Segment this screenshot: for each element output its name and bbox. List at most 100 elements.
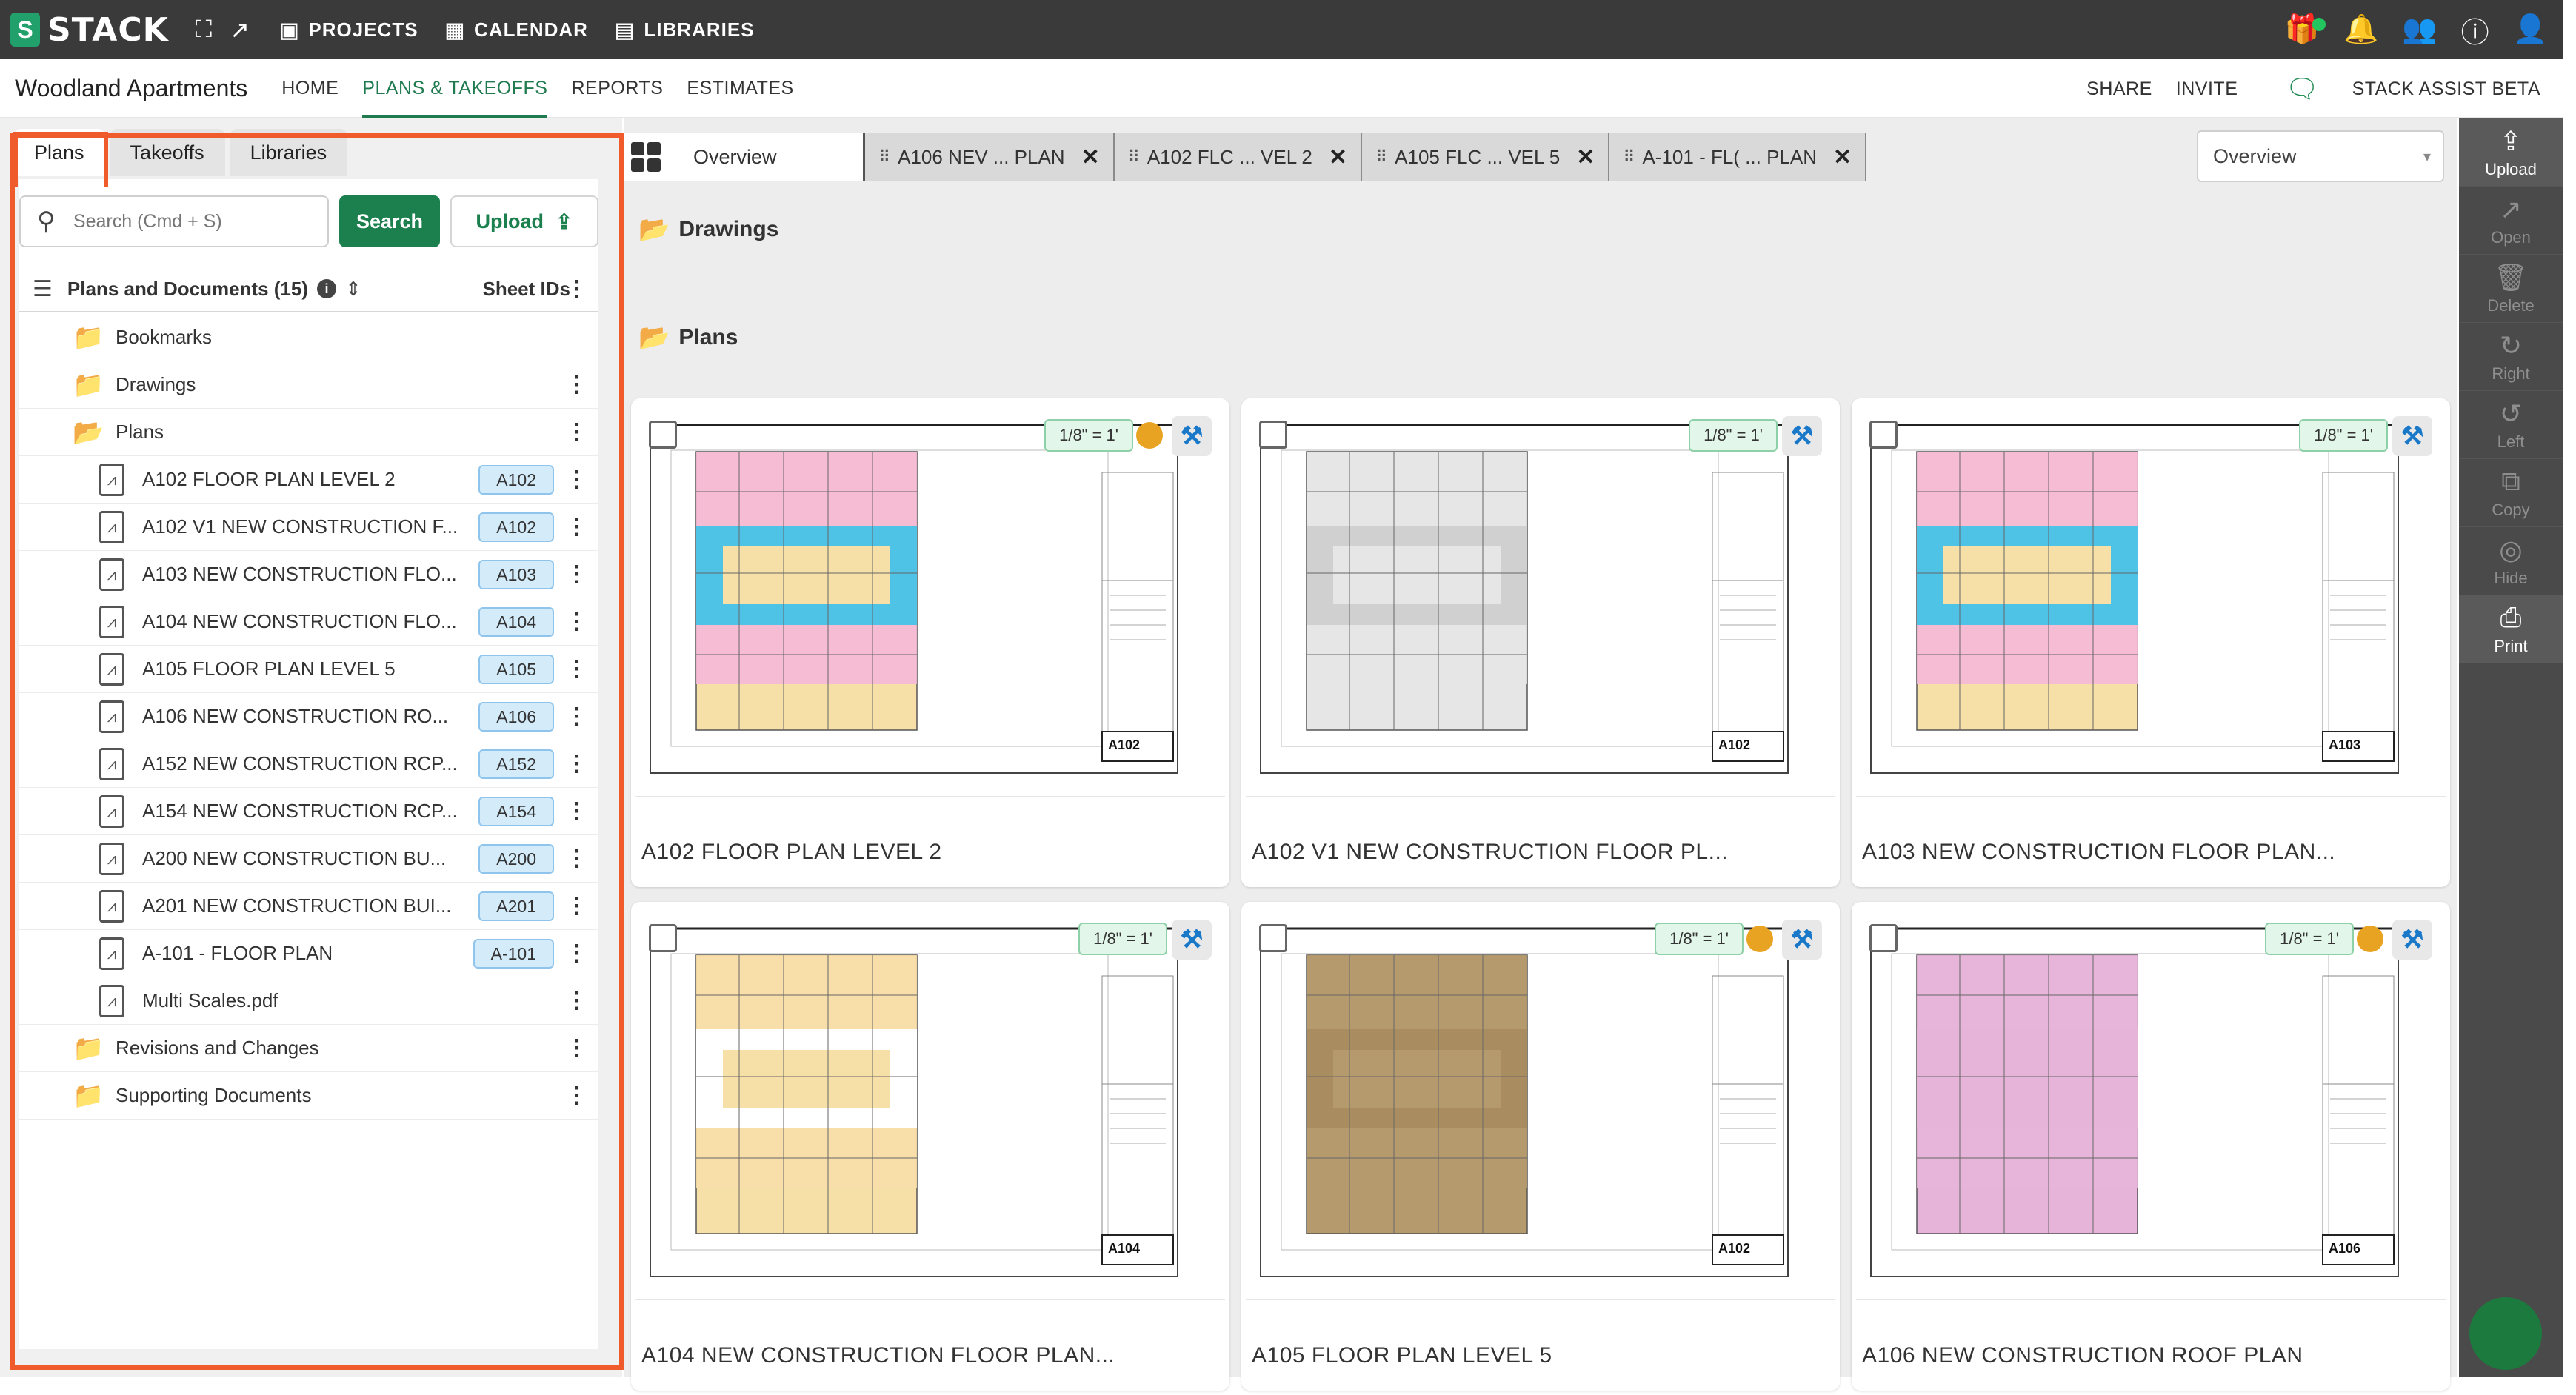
plan-card[interactable]: 1/8" = 1' ⚒ A104 NEW CONSTRUCTION FLOOR PL… — [631, 902, 1229, 1391]
share-button[interactable]: SHARE — [2086, 78, 2152, 100]
toolbar-right-button[interactable]: ↻ Right — [2459, 323, 2563, 391]
tab-overview[interactable]: Overview — [624, 133, 865, 181]
plan-card[interactable]: 1/8" = 1' ⚒ A103 NEW CONSTRUCTION FLOOR PL… — [1852, 398, 2450, 887]
row-kebab-icon[interactable]: ⋮ — [566, 798, 588, 824]
sheet-ids-header[interactable]: Sheet IDs — [483, 278, 571, 301]
doc-tab[interactable]: ⠿ A102 FLC ... VEL 2 ✕ — [1114, 133, 1363, 181]
gift-icon[interactable]: 🎁 — [2285, 13, 2326, 46]
select-checkbox[interactable] — [649, 421, 677, 449]
measure-tool-icon[interactable]: ⚒ — [2392, 920, 2432, 960]
info-icon[interactable]: i — [316, 279, 336, 298]
plan-list-item[interactable]: ⩘ Multi Scales.pdf ⋮ — [19, 977, 598, 1025]
sheet-id-badge[interactable]: A106 — [478, 701, 554, 732]
close-icon[interactable]: ✕ — [1833, 144, 1852, 170]
external-link-icon[interactable]: ↗ — [230, 16, 250, 44]
row-kebab-icon[interactable]: ⋮ — [566, 514, 588, 540]
row-kebab-icon[interactable]: ⋮ — [566, 1083, 588, 1108]
measure-tool-icon[interactable]: ⚒ — [1172, 416, 1212, 456]
drag-handle-icon[interactable]: ⠿ — [1623, 147, 1635, 167]
search-button[interactable]: Search — [339, 195, 440, 247]
plan-list-item[interactable]: ⩘ A102 FLOOR PLAN LEVEL 2 A102 ⋮ — [19, 456, 598, 504]
close-icon[interactable]: ✕ — [1329, 144, 1347, 170]
chat-launcher-button[interactable] — [2469, 1297, 2542, 1370]
user-settings-icon[interactable]: 👤 — [2513, 13, 2548, 46]
select-checkbox[interactable] — [1869, 924, 1898, 952]
users-icon[interactable]: 👥 — [2402, 13, 2437, 46]
sheet-id-badge[interactable]: A154 — [478, 796, 554, 826]
section-plans[interactable]: 📂 Plans — [638, 323, 738, 352]
subnav-reports[interactable]: REPORTS — [571, 58, 663, 118]
plan-card[interactable]: 1/8" = 1' ⚒ A102 FLOOR PLAN LEVEL 2 A102 — [631, 398, 1229, 887]
sheet-id-badge[interactable]: A104 — [478, 606, 554, 637]
plan-list-item[interactable]: ⩘ A152 NEW CONSTRUCTION RCP... A152 ⋮ — [19, 740, 598, 788]
section-drawings[interactable]: 📂 Drawings — [638, 215, 778, 244]
subnav-estimates[interactable]: ESTIMATES — [687, 58, 793, 118]
scale-badge[interactable]: 1/8" = 1' — [1655, 923, 1744, 955]
toolbar-open-button[interactable]: ↗ Open — [2459, 187, 2563, 255]
plan-card[interactable]: 1/8" = 1' ⚒ A105 FLOOR PLAN LEVEL 5 A102 — [1241, 902, 1840, 1391]
plan-list-item[interactable]: ⩘ A201 NEW CONSTRUCTION BUI... A201 ⋮ — [19, 883, 598, 930]
plan-list-item[interactable]: ⩘ A104 NEW CONSTRUCTION FLO... A104 ⋮ — [19, 598, 598, 646]
nav-projects[interactable]: ▣ PROJECTS — [279, 18, 418, 42]
row-kebab-icon[interactable]: ⋮ — [566, 751, 588, 777]
row-kebab-icon[interactable]: ⋮ — [566, 419, 588, 445]
row-kebab-icon[interactable]: ⋮ — [566, 372, 588, 398]
view-select[interactable]: Overview ▾ — [2197, 130, 2444, 182]
sheet-id-badge[interactable]: A102 — [478, 464, 554, 495]
sheet-id-badge[interactable]: A201 — [478, 891, 554, 921]
close-icon[interactable]: ✕ — [1081, 144, 1100, 170]
bell-icon[interactable]: 🔔 — [2343, 13, 2378, 46]
close-icon[interactable]: ✕ — [1576, 144, 1595, 170]
search-input[interactable] — [73, 210, 310, 232]
toolbar-delete-button[interactable]: 🗑 Delete — [2459, 255, 2563, 323]
select-checkbox[interactable] — [1259, 421, 1287, 449]
stack-assist-button[interactable]: 🗨 STACK ASSIST BETA — [2261, 73, 2540, 104]
row-kebab-icon[interactable]: ⋮ — [566, 1035, 588, 1061]
stack-logo[interactable]: S STACK — [10, 11, 169, 49]
fullscreen-icon[interactable]: ⛶ — [196, 16, 212, 44]
folder-item[interactable]: 📁 Bookmarks — [19, 314, 598, 361]
measure-tool-icon[interactable]: ⚒ — [2392, 416, 2432, 456]
doc-tab[interactable]: ⠿ A105 FLC ... VEL 5 ✕ — [1362, 133, 1610, 181]
row-kebab-icon[interactable]: ⋮ — [566, 846, 588, 872]
scale-badge[interactable]: 1/8" = 1' — [1078, 923, 1167, 955]
sheet-id-badge[interactable]: A152 — [478, 749, 554, 779]
row-kebab-icon[interactable]: ⋮ — [566, 893, 588, 919]
tab-plans[interactable]: Plans — [13, 129, 105, 176]
drag-handle-icon[interactable]: ⠿ — [1375, 147, 1387, 167]
tab-takeoffs[interactable]: Takeoffs — [109, 129, 225, 176]
subnav-home[interactable]: HOME — [281, 58, 338, 118]
plan-list-item[interactable]: ⩘ A154 NEW CONSTRUCTION RCP... A154 ⋮ — [19, 788, 598, 835]
folder-item[interactable]: 📁 Drawings ⋮ — [19, 361, 598, 409]
help-icon[interactable]: ⓘ — [2461, 10, 2489, 50]
nav-calendar[interactable]: ▦ CALENDAR — [445, 18, 588, 42]
scale-badge[interactable]: 1/8" = 1' — [2299, 419, 2388, 452]
menu-lines-icon[interactable]: ☰ — [33, 276, 53, 302]
select-checkbox[interactable] — [649, 924, 677, 952]
plan-list-item[interactable]: ⩘ A103 NEW CONSTRUCTION FLO... A103 ⋮ — [19, 551, 598, 598]
plan-list-item[interactable]: ⩘ A200 NEW CONSTRUCTION BU... A200 ⋮ — [19, 835, 598, 883]
folder-item[interactable]: 📁 Revisions and Changes ⋮ — [19, 1025, 598, 1072]
scale-badge[interactable]: 1/8" = 1' — [2265, 923, 2354, 955]
sheet-id-badge[interactable]: A200 — [478, 843, 554, 874]
scale-badge[interactable]: 1/8" = 1' — [1689, 419, 1778, 452]
upload-button[interactable]: Upload ⇪ — [450, 195, 598, 247]
doc-tab[interactable]: ⠿ A-101 - FL( ... PLAN ✕ — [1609, 133, 1867, 181]
plan-list-item[interactable]: ⩘ A-101 - FLOOR PLAN A-101 ⋮ — [19, 930, 598, 977]
row-kebab-icon[interactable]: ⋮ — [566, 988, 588, 1014]
folder-item[interactable]: 📁 Supporting Documents ⋮ — [19, 1072, 598, 1120]
sheet-id-badge[interactable]: A102 — [478, 512, 554, 542]
subnav-plans-takeoffs[interactable]: PLANS & TAKEOFFS — [362, 58, 548, 118]
row-kebab-icon[interactable]: ⋮ — [566, 609, 588, 635]
measure-tool-icon[interactable]: ⚒ — [1172, 920, 1212, 960]
search-box[interactable]: ⚲ — [19, 195, 329, 247]
invite-button[interactable]: INVITE — [2176, 78, 2238, 100]
sort-icon[interactable]: ⇕ — [345, 278, 361, 301]
toolbar-hide-button[interactable]: ◎ Hide — [2459, 527, 2563, 595]
plan-card[interactable]: 1/8" = 1' ⚒ A102 V1 NEW CONSTRUCTION FLOOR… — [1241, 398, 1840, 887]
folder-item[interactable]: 📂 Plans ⋮ — [19, 409, 598, 456]
header-kebab-icon[interactable]: ⋮ — [566, 276, 588, 302]
doc-tab[interactable]: ⠿ A106 NEV ... PLAN ✕ — [865, 133, 1115, 181]
project-name[interactable]: Woodland Apartments — [15, 75, 247, 102]
toolbar-upload-button[interactable]: ⇪ Upload — [2459, 118, 2563, 187]
